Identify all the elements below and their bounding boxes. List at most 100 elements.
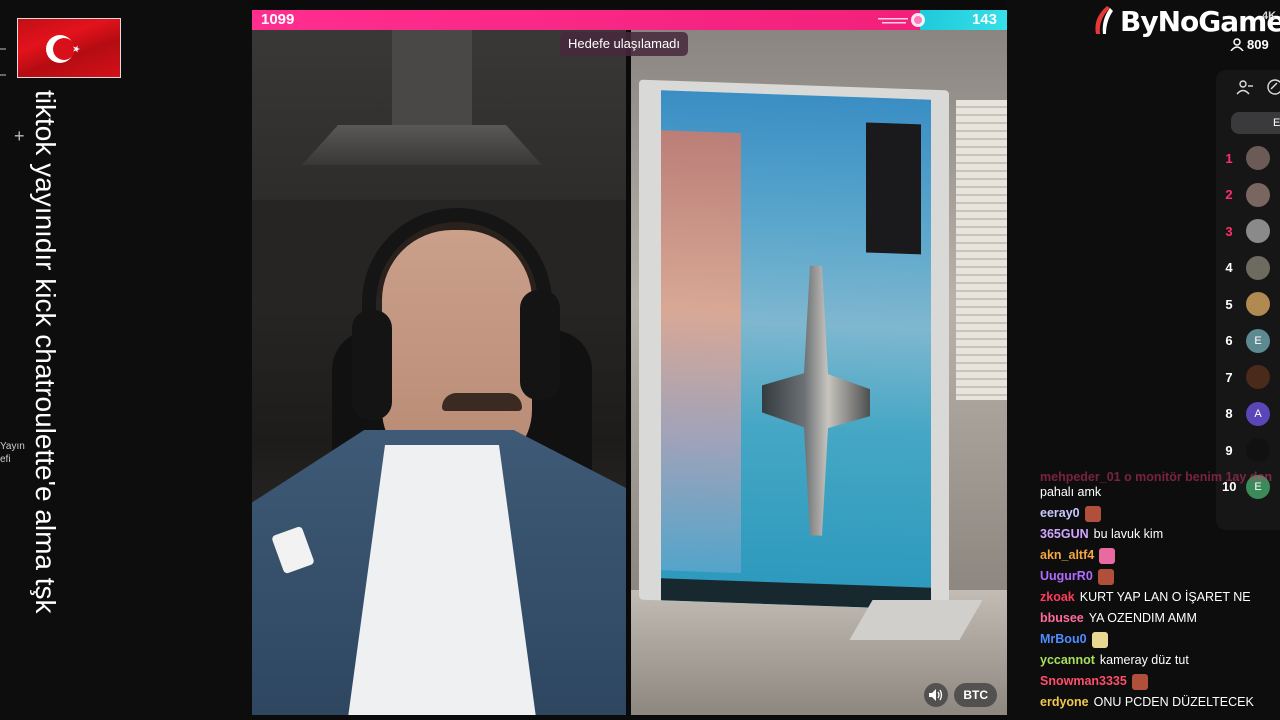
bynogame-logo-icon [1095, 6, 1113, 34]
chat-message: erdyone ONU PCDEN DÜZELTECEK [1040, 692, 1280, 713]
lightning-icon [878, 13, 925, 27]
viewer-count-value: 809 [1247, 37, 1269, 52]
chat-text: kameray düz tut [1099, 653, 1189, 667]
chat-message: 365GUN bu lavuk kim [1040, 524, 1280, 545]
chat-username[interactable]: Snowman3335 [1040, 671, 1127, 692]
rank-number: 3 [1225, 223, 1233, 239]
sky-gradient [661, 130, 741, 574]
leaderboard-row[interactable]: 6E [1222, 327, 1270, 355]
headphone-right [520, 290, 560, 400]
side-label-1: Yayın [0, 441, 25, 452]
control-center-panel [866, 122, 921, 255]
leaderboard-row[interactable]: 7 [1222, 363, 1270, 391]
avatar[interactable] [1246, 219, 1270, 243]
chat-message: akn_altf4 [1040, 545, 1280, 566]
chat-username[interactable]: zkoak [1040, 587, 1075, 608]
avatar[interactable] [1246, 182, 1270, 207]
chat-username[interactable]: UugurR0 [1040, 566, 1093, 587]
avatar[interactable]: E [1246, 328, 1270, 353]
leaderboard-tab[interactable]: E [1231, 112, 1280, 134]
video-controls: BTC [924, 683, 997, 707]
avatar[interactable] [1246, 365, 1270, 389]
avatar[interactable] [1246, 292, 1270, 316]
emote-icon [1097, 568, 1114, 585]
rank-number: 4 [1225, 260, 1233, 275]
emote-icon [1131, 673, 1148, 690]
wallpaper-tower [756, 264, 876, 538]
opponent-camera [631, 30, 1007, 715]
leaderboard-row[interactable]: 1 [1222, 144, 1270, 172]
chat-username[interactable]: bbusee [1040, 608, 1084, 629]
chat-message: eeray0 [1040, 503, 1280, 524]
leaderboard-tools [1236, 78, 1280, 96]
leaderboard-row[interactable]: 2 [1222, 181, 1270, 209]
chat-username[interactable]: yccannot [1040, 650, 1095, 671]
leaderboard-row[interactable]: 5 [1222, 290, 1270, 318]
right-score-fill: 143 [920, 10, 1007, 30]
chat-username[interactable]: eeray0 [1040, 503, 1080, 524]
chat-username[interactable]: akn_altf4 [1040, 545, 1094, 566]
chat-username[interactable]: erdyone [1040, 692, 1089, 713]
side-tick [0, 48, 6, 50]
monitor-stand [849, 600, 983, 640]
rank-number: 8 [1225, 406, 1233, 421]
left-score: 1099 [261, 11, 295, 28]
chat-text: KURT YAP LAN O İŞARET NE [1079, 590, 1251, 604]
caption-text: tiktok yayınıdır kick chatroulette'e alm… [30, 90, 61, 614]
headphone-left [352, 310, 392, 420]
rank-number: 7 [1225, 369, 1233, 385]
viewer-count: 809 [1230, 37, 1269, 52]
side-caption: Yayın efi [0, 440, 25, 466]
side-label-2: efi [0, 454, 11, 465]
speaker-icon[interactable] [924, 683, 949, 707]
left-score-fill: 1099 [252, 10, 920, 30]
emote-icon [1091, 631, 1108, 648]
chat-message: bbusee YA OZENDIM AMM [1040, 608, 1280, 629]
brand-name: ByNoGame [1120, 4, 1280, 38]
emote-icon [1099, 547, 1116, 564]
leaderboard-row[interactable]: 8A [1222, 400, 1270, 428]
btc-button[interactable]: BTC [954, 683, 997, 707]
rank-number: 2 [1225, 187, 1233, 202]
chat-partial-bottom: pahalı amk [1040, 485, 1102, 499]
viewers-icon [1230, 38, 1244, 51]
range-hood [392, 30, 472, 125]
emote-icon [1084, 505, 1101, 522]
avatar[interactable]: A [1246, 401, 1270, 426]
chat-text: bu lavuk kim [1093, 527, 1164, 541]
rank-number: 6 [1225, 333, 1233, 348]
avatar[interactable] [1246, 255, 1270, 280]
rank-number: 1 [1225, 150, 1233, 166]
leaderboard-row[interactable]: 9 [1222, 436, 1270, 464]
leaderboard-row[interactable]: 4 [1222, 254, 1270, 282]
chat-username[interactable]: MrBou0 [1040, 629, 1087, 650]
rank-number: 5 [1225, 296, 1233, 312]
people-icon[interactable] [1236, 78, 1254, 96]
chat-username[interactable]: 365GUN [1040, 524, 1089, 545]
mustache [442, 393, 522, 411]
streamer-camera [252, 30, 626, 715]
chat-text: YA OZENDIM AMM [1088, 611, 1197, 625]
leaderboard-row[interactable]: 3 [1222, 217, 1270, 245]
chat-message: yccannot kameray düz tut [1040, 650, 1280, 671]
chat-message: zkoak KURT YAP LAN O İŞARET NE [1040, 587, 1280, 608]
goal-status-badge: Hedefe ulaşılamadı [560, 32, 689, 56]
chat-message: UugurR0 [1040, 566, 1280, 587]
avatar[interactable] [1246, 146, 1270, 170]
right-score: 143 [971, 11, 997, 28]
sticker-icon[interactable] [1266, 78, 1280, 96]
viewers-top: 4K [1262, 10, 1277, 22]
range-hood-base [302, 125, 542, 165]
turkey-flag-image [17, 18, 121, 78]
chat-message: Snowman3335 [1040, 671, 1280, 692]
battle-score-bar: 1099 143 [252, 10, 1007, 30]
side-tick [0, 74, 6, 76]
chat-partial-top: mehpeder_01 o monitör benim 1ay den [1040, 470, 1273, 484]
left-overlay-strip: + tiktok yayınıdır kick chatroulette'e a… [0, 0, 252, 720]
chat-messages: eeray0 365GUN bu lavuk kim akn_altf4 UugurR0… [1040, 503, 1280, 713]
stream-layout: + tiktok yayınıdır kick chatroulette'e a… [0, 0, 1280, 720]
caption-vertical: tiktok yayınıdır kick chatroulette'e alm… [16, 90, 66, 710]
chat-feed: mehpeder_01 o monitör benim 1ay den paha… [1040, 470, 1280, 720]
avatar[interactable] [1246, 438, 1270, 462]
brand-logo: ByNoGame [1090, 2, 1280, 40]
